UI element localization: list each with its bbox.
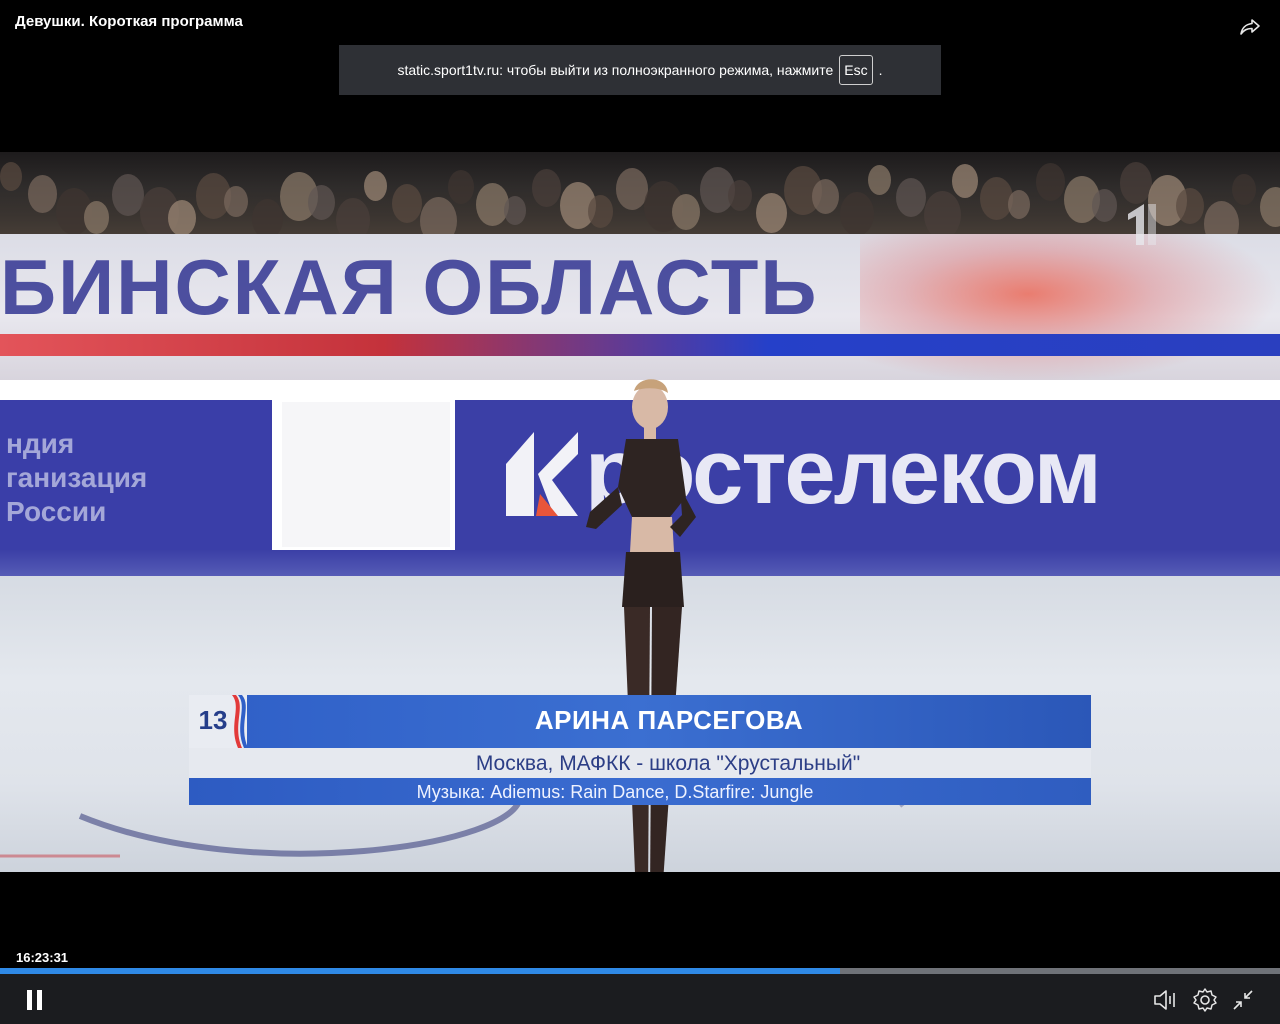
crowd-spectator [308, 185, 335, 221]
skater-name: АРИНА ПАРСЕГОВА [534, 705, 804, 735]
board-left-line: ганизация [6, 462, 148, 493]
crowd-spectator [728, 180, 752, 212]
controls-bar [0, 974, 1280, 1024]
board-left-text: ндия ганизация России [6, 427, 147, 529]
crowd-spectator [840, 192, 874, 237]
crowd-spectator [588, 195, 613, 228]
crowd-spectator [84, 201, 109, 234]
crowd-spectator [1092, 189, 1117, 222]
banner-text: БИНСКАЯ ОБЛАСТЬ [0, 243, 819, 331]
crowd-spectator [1008, 190, 1030, 219]
esc-key-hint: Esc [839, 55, 873, 85]
crowd-spectator [504, 196, 526, 225]
video-title: Девушки. Короткая программа [15, 13, 243, 30]
fullscreen-exit-notice: static.sport1tv.ru: чтобы выйти из полно… [339, 45, 941, 95]
board-left-line: ндия [6, 428, 75, 459]
video-player[interactable]: Девушки. Короткая программа static.sport… [0, 0, 1280, 1024]
banner-swoosh [860, 234, 1280, 384]
channel-one-logo [1128, 204, 1156, 245]
share-icon[interactable] [1238, 15, 1262, 39]
timecode: 16:23:31 [16, 950, 69, 965]
skater-club: Москва, МАФКК - школа "Хрустальный" [475, 752, 861, 775]
crowd-spectator [868, 165, 891, 195]
fullscreen-notice-suffix: . [878, 62, 883, 78]
crowd-spectator [224, 186, 248, 218]
banner-stripe [0, 334, 1280, 356]
board-left-line: России [6, 496, 107, 527]
crowd-spectator [364, 171, 387, 201]
crowd-spectator [448, 170, 474, 204]
crowd-spectator [812, 179, 839, 215]
crowd-spectator [896, 178, 926, 217]
crowd-spectator [28, 175, 57, 213]
settings-icon[interactable] [1192, 987, 1218, 1013]
crowd-spectator [952, 164, 978, 198]
board-white-panel [282, 402, 450, 547]
crowd-spectator [924, 191, 961, 240]
crowd-spectator [0, 162, 22, 191]
skater-music: Музыка: Adiemus: Rain Dance, D.Starfire:… [416, 782, 814, 802]
fullscreen-notice-text: static.sport1tv.ru: чтобы выйти из полно… [397, 62, 834, 78]
video-frame[interactable]: БИНСКАЯ ОБЛАСТЬ ндия ганизация России ро… [0, 152, 1280, 872]
crowd-spectator [392, 184, 422, 223]
pause-icon[interactable] [22, 987, 48, 1013]
crowd-spectator [1036, 163, 1065, 201]
exit-fullscreen-icon[interactable] [1230, 987, 1256, 1013]
skater-start-number: 13 [198, 705, 228, 735]
crowd-spectator [1232, 174, 1256, 206]
crowd-spectator [756, 193, 787, 234]
volume-icon[interactable] [1152, 987, 1178, 1013]
crowd-spectator [532, 169, 561, 207]
